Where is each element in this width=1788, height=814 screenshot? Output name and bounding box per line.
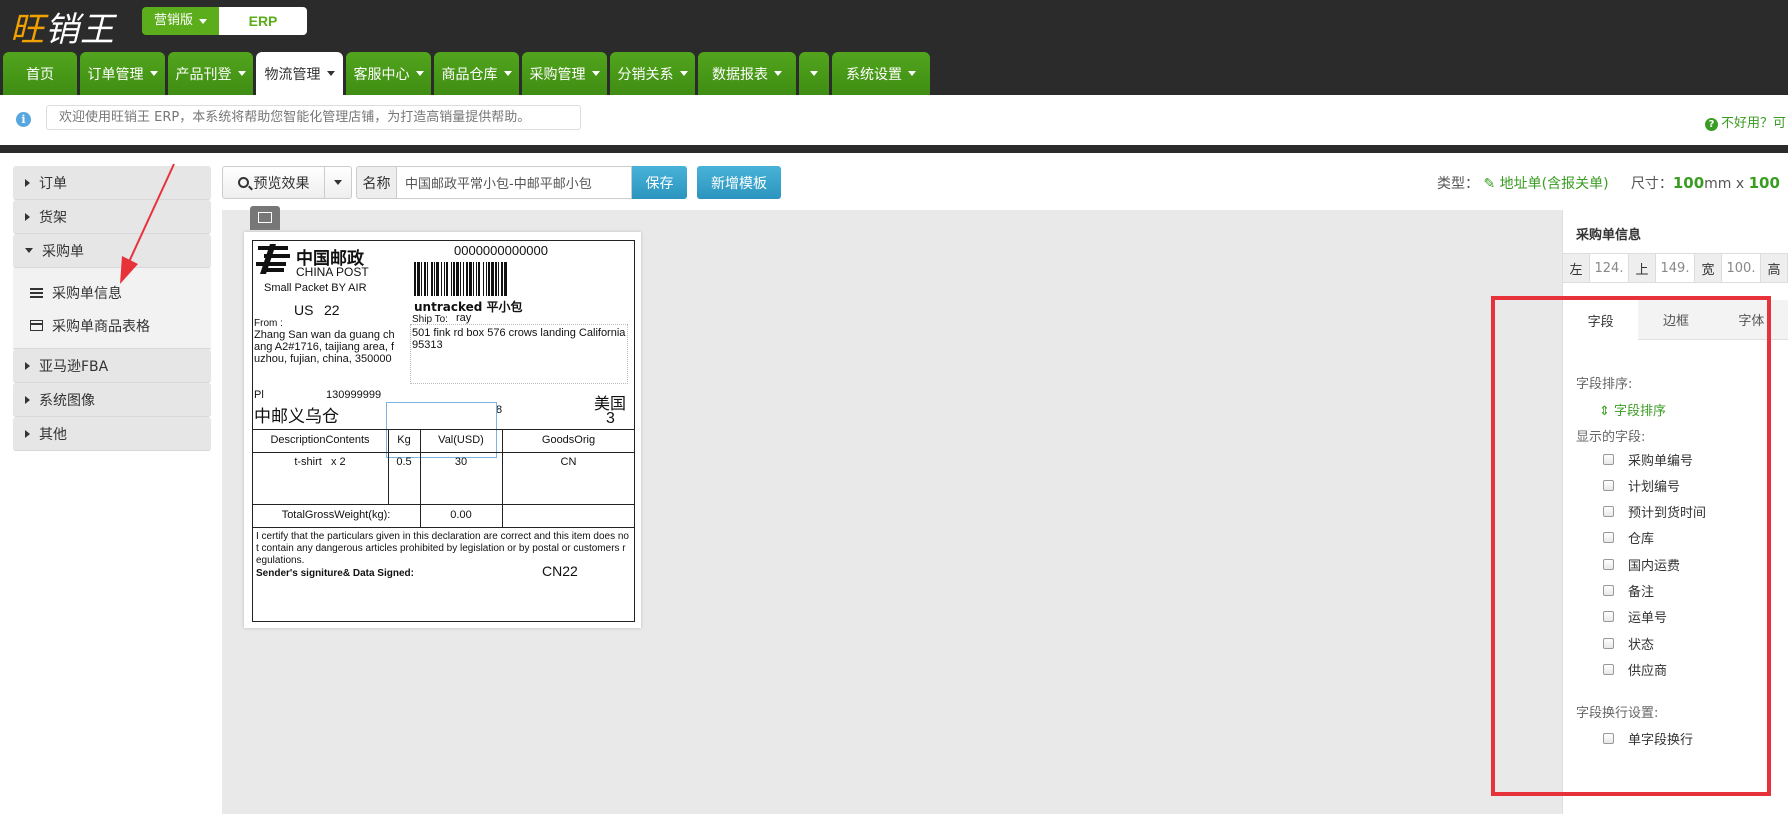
annotation-arrow [120, 163, 175, 284]
nav-home[interactable]: 首页 [3, 52, 77, 95]
from-label: From : [254, 318, 283, 329]
total-weight-label: TotalGrossWeight(kg): [281, 509, 391, 521]
small-packet-label: Small Packet BY AIR [264, 282, 367, 294]
china-post-logo-icon [256, 244, 290, 274]
nav-orders[interactable]: 订单管理 [80, 52, 165, 95]
destination-number: 3 [606, 410, 615, 427]
expand-icon [25, 395, 30, 404]
notice-message: 欢迎使用旺销王 ERP，本系统将帮助您智能化管理店铺，为打造高销量提供帮助。 [46, 105, 581, 130]
sidebar-item-amazon-fba[interactable]: 亚马逊FBA [13, 349, 211, 383]
left-input[interactable]: 124. [1590, 254, 1629, 282]
expand-icon [25, 212, 30, 221]
top-bar: 旺销王 营销版 ERP 首页 订单管理 产品刊登 物流管理 客服中心 商品仓库 … [0, 0, 1788, 95]
table-header: Kg [397, 434, 411, 446]
highlight-annotation-box [1491, 296, 1771, 796]
selected-field-box[interactable] [386, 402, 497, 458]
type-link[interactable]: ✎ 地址单(含报关单) [1483, 176, 1608, 192]
nav-distribution[interactable]: 分销关系 [610, 52, 695, 95]
insert-image-button[interactable] [250, 206, 280, 230]
table-cell: CN [560, 456, 577, 468]
recipient-name: ray [456, 312, 472, 324]
nav-service[interactable]: 客服中心 [346, 52, 431, 95]
left-label: 左 [1563, 254, 1590, 282]
panel-title: 采购单信息 [1576, 228, 1642, 243]
warehouse-name: 中邮义乌仓 [254, 407, 339, 427]
table-header: GoodsOrig [541, 434, 596, 446]
nav-warehouse[interactable]: 商品仓库 [434, 52, 519, 95]
barcode [414, 262, 606, 296]
top-input[interactable]: 149. [1656, 254, 1695, 282]
table-cell: 30 [454, 456, 468, 468]
table-header-line [252, 452, 635, 453]
question-icon: ? [1705, 118, 1718, 131]
image-icon [258, 212, 272, 223]
expand-icon [25, 361, 30, 370]
preview-button-group: 预览效果 [222, 166, 352, 199]
table-header: Val(USD) [438, 434, 484, 446]
phone-number: 130999999 [326, 389, 382, 401]
search-icon [237, 177, 249, 188]
sidebar-item-other[interactable]: 其他 [13, 417, 211, 451]
table-icon [30, 320, 43, 331]
nav-purchase[interactable]: 采购管理 [522, 52, 607, 95]
label-preview[interactable]: 中国邮政 CHINA POST 0000000000000 Small Pack… [244, 232, 641, 628]
signature-label: Sender's signiture& Data Signed: [256, 568, 414, 579]
cn22-mark: CN22 [542, 563, 578, 579]
table-top-line [252, 429, 635, 430]
expand-icon [25, 178, 30, 187]
edition-dropdown[interactable]: 营销版 [142, 7, 220, 35]
template-name-input[interactable]: 中国邮政平常小包-中邮平邮小包 [396, 166, 632, 199]
table-bottom-line [252, 527, 635, 528]
product-badge: ERP [219, 7, 308, 35]
top-label: 上 [1629, 254, 1656, 282]
zone-number: 22 [324, 302, 340, 318]
table-body-line [252, 504, 635, 505]
new-template-button[interactable]: 新增模板 [697, 166, 781, 199]
table-header: DescriptionContents [270, 434, 370, 446]
sender-address: Zhang San wan da guang chang A2#1716, ta… [254, 329, 395, 365]
nav-more[interactable] [799, 52, 829, 95]
barcode-bar [504, 262, 507, 296]
width-label: 宽 [1695, 254, 1722, 282]
expand-icon [25, 429, 30, 438]
nav-reports[interactable]: 数据报表 [698, 52, 796, 95]
nav-listing[interactable]: 产品刊登 [168, 52, 253, 95]
height-label: 高 [1761, 254, 1788, 282]
certify-text: I certify that the particulars given in … [256, 531, 629, 566]
template-type-info: 类型： ✎ 地址单(含报关单) 尺寸：100mm x 100 [1437, 174, 1780, 192]
nav-settings[interactable]: 系统设置 [832, 52, 930, 95]
app-logo[interactable]: 旺销王 [10, 2, 115, 51]
width-input[interactable]: 100. [1722, 254, 1761, 282]
nav-logistics[interactable]: 物流管理 [256, 52, 343, 95]
list-icon [30, 287, 43, 298]
edition-switcher[interactable]: 营销版 ERP [142, 7, 308, 35]
name-label: 名称 [356, 166, 396, 199]
phone-label: Pl [254, 389, 264, 401]
country-code: US [294, 302, 314, 318]
save-button[interactable]: 保存 [632, 166, 687, 199]
post-name-en: CHINA POST [296, 265, 369, 279]
total-weight-value: 0.00 [450, 509, 472, 521]
tracking-number: 0000000000000 [454, 243, 548, 258]
sidebar-subitem-po-items-table[interactable]: 采购单商品表格 [13, 309, 211, 342]
preview-button[interactable]: 预览效果 [223, 167, 325, 198]
table-cell: t-shirt x 2 [294, 456, 346, 468]
address-field-box[interactable] [410, 324, 628, 384]
notice-bar: i 欢迎使用旺销王 ERP，本系统将帮助您智能化管理店铺，为打造高销量提供帮助。… [0, 95, 1788, 145]
preview-dropdown-toggle[interactable] [325, 167, 351, 198]
sidebar-item-system-images[interactable]: 系统图像 [13, 383, 211, 417]
position-inputs: 左 124. 上 149. 宽 100. 高 [1563, 253, 1788, 283]
feedback-link[interactable]: ? 不好用？可 [1705, 112, 1786, 131]
collapse-icon [25, 248, 33, 253]
main-nav: 首页 订单管理 产品刊登 物流管理 客服中心 商品仓库 采购管理 分销关系 数据… [3, 52, 933, 95]
divider [0, 145, 1788, 153]
template-name-group: 名称 中国邮政平常小包-中邮平邮小包 保存 [356, 166, 687, 199]
table-cell: 0.5 [396, 456, 412, 468]
info-icon: i [16, 112, 31, 127]
